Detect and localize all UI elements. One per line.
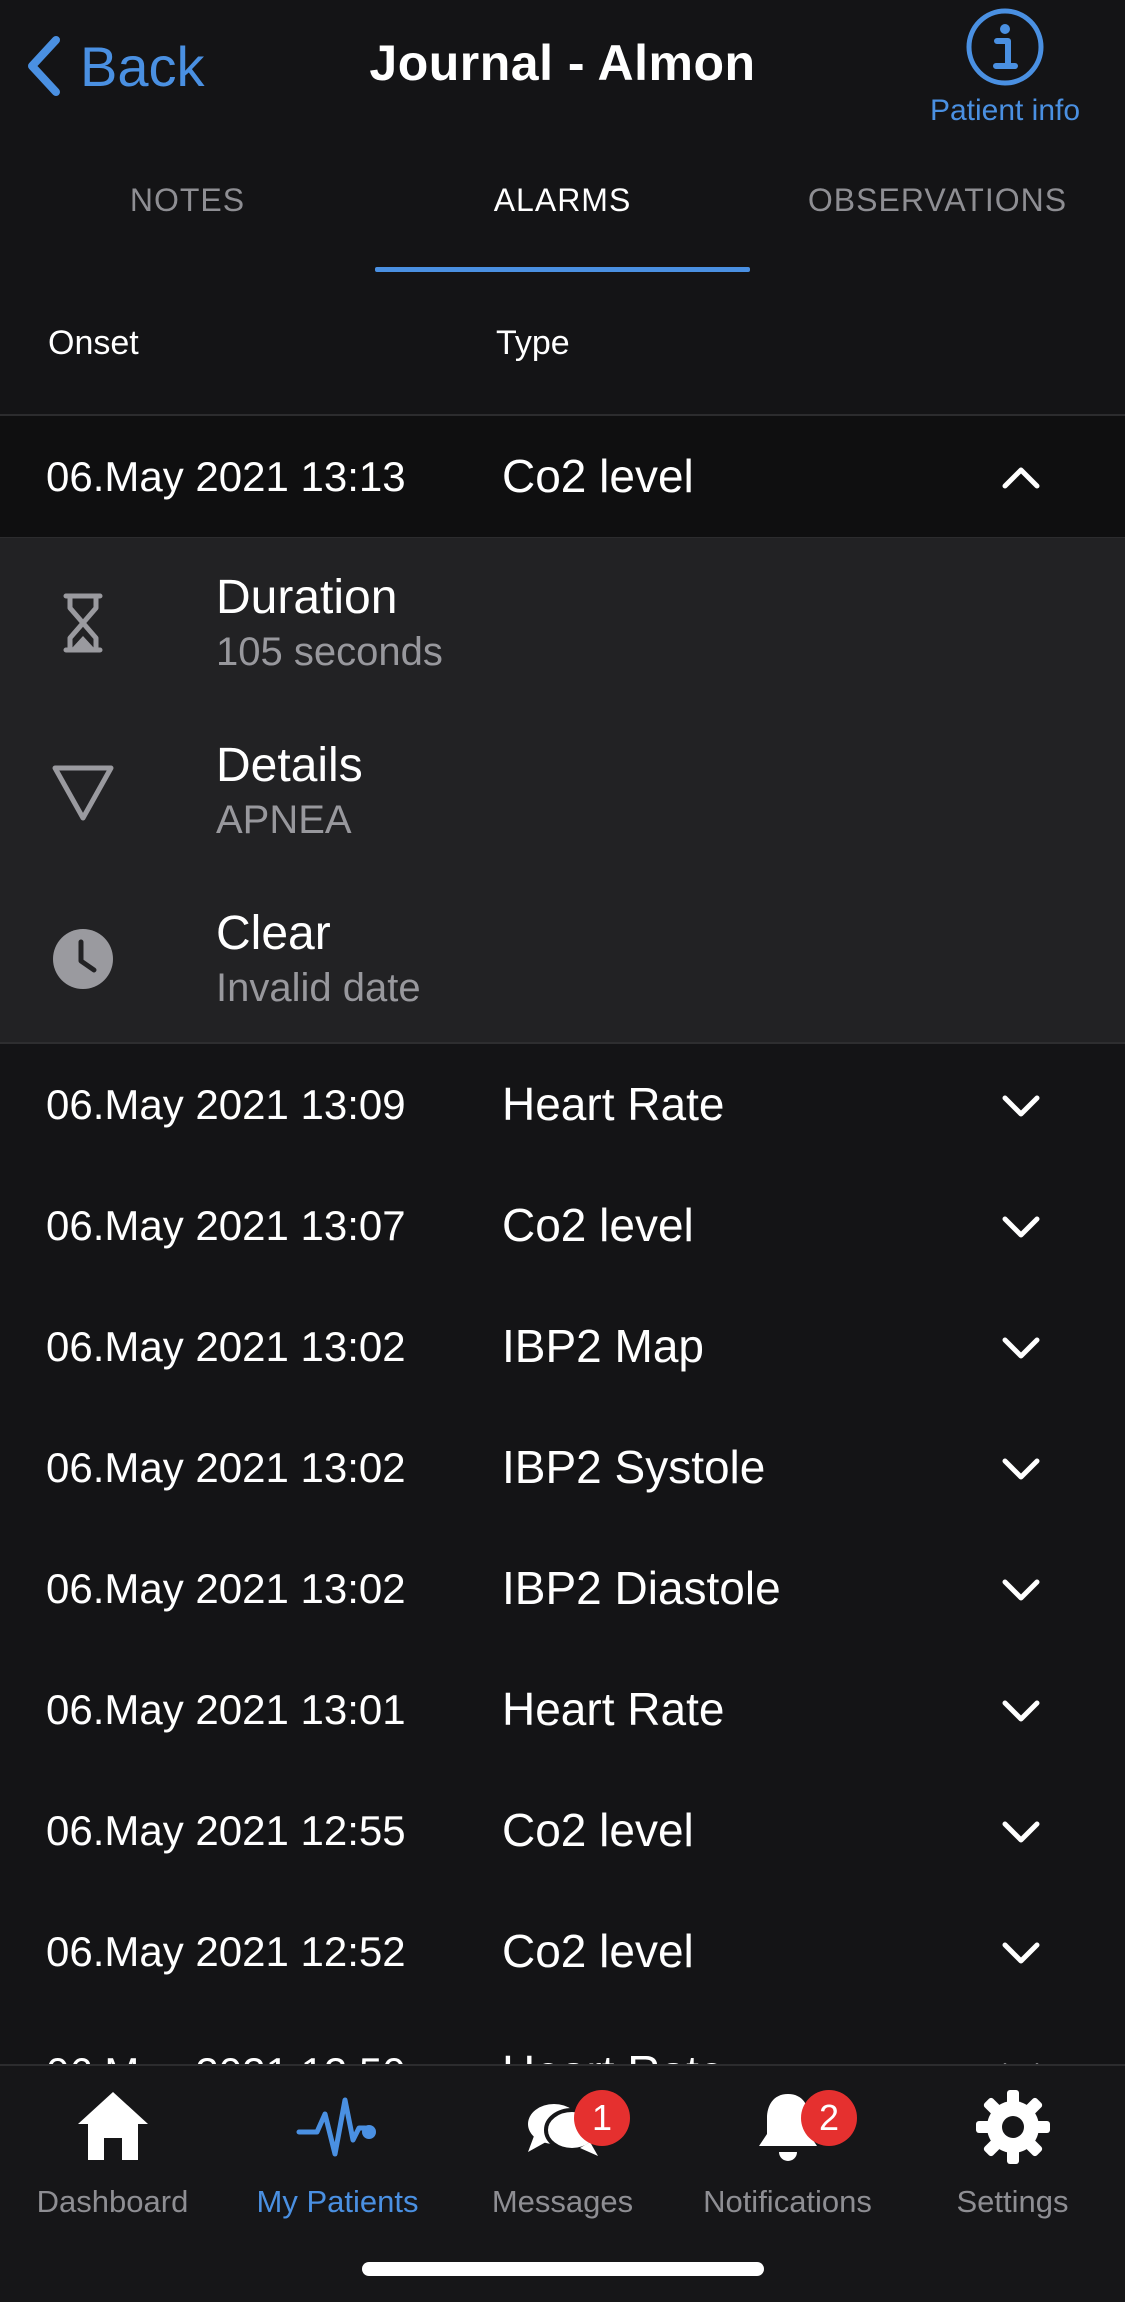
detail-value: APNEA [216, 798, 352, 842]
alarm-row[interactable]: 06.May 2021 13:02 IBP2 Systole [0, 1407, 1125, 1530]
detail-label: Clear [216, 907, 331, 960]
chevron-up-icon[interactable] [1001, 460, 1041, 494]
alarm-onset: 06.May 2021 13:02 [46, 1444, 406, 1491]
nav-settings[interactable]: Settings [900, 2084, 1125, 2254]
alarm-type: IBP2 Systole [502, 1441, 766, 1493]
alarm-type: Co2 level [502, 1925, 694, 1977]
detail-details: Details APNEA [0, 706, 1125, 876]
patient-info-label: Patient info [929, 94, 1081, 127]
nav-label: Messages [491, 2184, 634, 2219]
detail-label: Details [216, 739, 363, 792]
alarm-type: Heart Rate [502, 1078, 725, 1130]
detail-label: Duration [216, 571, 398, 624]
chevron-down-icon[interactable] [1001, 1572, 1041, 1606]
alarm-type: Co2 level [502, 1804, 694, 1856]
chevron-down-icon[interactable] [1001, 1209, 1041, 1243]
nav-my-patients[interactable]: My Patients [225, 2084, 450, 2254]
tab-bar: NOTES ALARMS OBSERVATIONS [0, 150, 1125, 272]
nav-notifications[interactable]: 2 Notifications [675, 2084, 900, 2254]
alarm-row-expanded[interactable]: 06.May 2021 13:13 Co2 level [0, 416, 1125, 539]
nav-label: Settings [956, 2184, 1069, 2219]
hourglass-icon [63, 593, 103, 653]
alarm-row[interactable]: 06.May 2021 13:02 IBP2 Diastole [0, 1528, 1125, 1651]
nav-label: Notifications [703, 2184, 872, 2219]
alarm-row[interactable]: 06.May 2021 13:02 IBP2 Map [0, 1286, 1125, 1409]
alarm-onset: 06.May 2021 12:52 [46, 1928, 406, 1975]
nav-dashboard[interactable]: Dashboard [0, 2084, 225, 2254]
nav-label: Dashboard [36, 2184, 189, 2219]
gear-icon [975, 2090, 1050, 2164]
chevron-down-icon[interactable] [1001, 1935, 1041, 1969]
detail-value: Invalid date [216, 966, 421, 1010]
chevron-down-icon[interactable] [1001, 1088, 1041, 1122]
alarm-onset: 06.May 2021 13:01 [46, 1686, 406, 1733]
alarm-row[interactable]: 06.May 2021 12:55 Co2 level [0, 1770, 1125, 1893]
column-header-type: Type [496, 324, 570, 362]
home-icon [77, 2092, 148, 2160]
detail-value: 105 seconds [216, 630, 443, 674]
alarm-onset: 06.May 2021 12:55 [46, 1807, 406, 1854]
alarm-type: IBP2 Map [502, 1320, 704, 1372]
alarm-onset: 06.May 2021 13:02 [46, 1323, 406, 1370]
notifications-badge: 2 [801, 2090, 857, 2146]
column-headers: Onset Type [0, 272, 1125, 416]
chevron-down-icon[interactable] [1001, 1814, 1041, 1848]
chevron-down-icon[interactable] [1001, 1330, 1041, 1364]
info-icon [966, 8, 1044, 86]
detail-clear: Clear Invalid date [0, 874, 1125, 1044]
alarm-type: IBP2 Diastole [502, 1562, 781, 1614]
nav-messages[interactable]: 1 Messages [450, 2084, 675, 2254]
triangle-down-icon [52, 765, 114, 821]
detail-duration: Duration 105 seconds [0, 538, 1125, 708]
clock-icon [53, 929, 113, 989]
alarm-onset: 06.May 2021 13:13 [46, 453, 406, 500]
alarm-onset: 06.May 2021 13:09 [46, 1081, 406, 1128]
tab-alarms[interactable]: ALARMS [375, 150, 750, 272]
alarm-row[interactable]: 06.May 2021 12:52 Co2 level [0, 1891, 1125, 2014]
header: Back Journal - Almon Patient info [0, 0, 1125, 140]
chevron-down-icon[interactable] [1001, 1693, 1041, 1727]
tab-observations[interactable]: OBSERVATIONS [750, 150, 1125, 272]
column-header-onset: Onset [48, 324, 139, 362]
alarm-type: Heart Rate [502, 1683, 725, 1735]
pulse-icon [296, 2097, 376, 2157]
alarm-onset: 06.May 2021 13:02 [46, 1565, 406, 1612]
alarm-row[interactable]: 06.May 2021 13:01 Heart Rate [0, 1649, 1125, 1772]
home-indicator [362, 2262, 764, 2276]
alarm-onset: 06.May 2021 13:07 [46, 1202, 406, 1249]
alarm-type: Co2 level [502, 1199, 694, 1251]
chevron-down-icon[interactable] [1001, 1451, 1041, 1485]
alarm-row[interactable]: 06.May 2021 13:09 Heart Rate [0, 1044, 1125, 1167]
nav-label: My Patients [256, 2184, 419, 2219]
patient-info-button[interactable]: Patient info [915, 6, 1095, 128]
alarm-type: Co2 level [502, 450, 694, 502]
tab-notes[interactable]: NOTES [0, 150, 375, 272]
alarm-row[interactable]: 06.May 2021 13:07 Co2 level [0, 1165, 1125, 1288]
messages-badge: 1 [574, 2090, 630, 2146]
